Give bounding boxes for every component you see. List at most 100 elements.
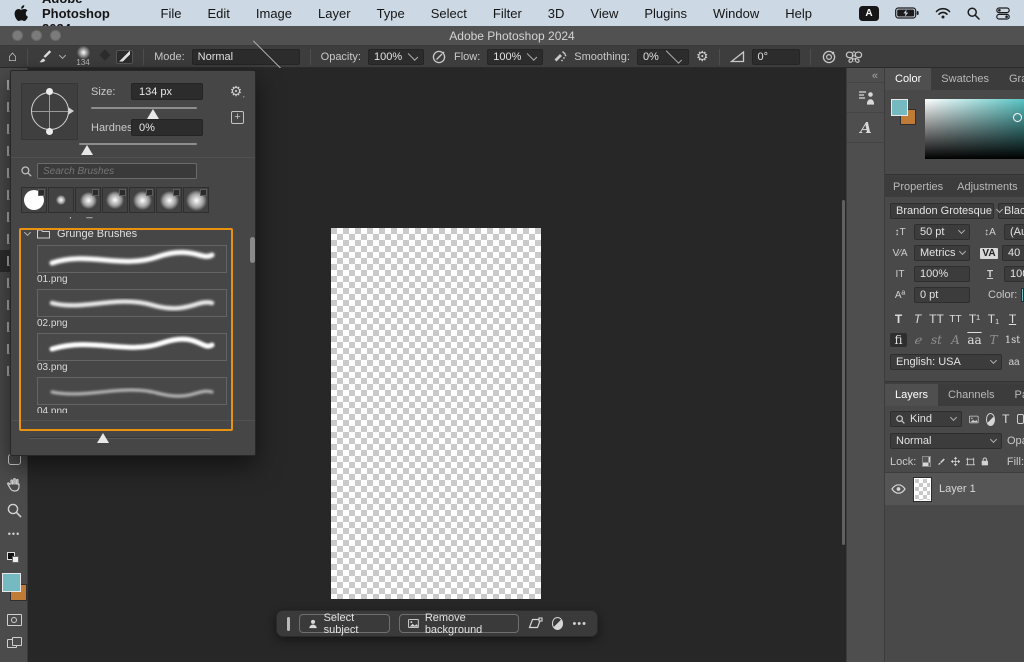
contextual-alternates-button[interactable]: ℯ [909, 333, 926, 347]
swash-button[interactable]: A [947, 333, 964, 347]
smoothing-select[interactable]: 0% [637, 49, 689, 65]
layer-blend-mode-select[interactable]: Normal [890, 433, 1002, 449]
airbrush-icon[interactable] [550, 50, 567, 64]
document-scrollbar[interactable] [842, 200, 845, 545]
brush-tile-sampled[interactable] [21, 187, 47, 213]
kerning-select[interactable]: Metrics [914, 245, 970, 261]
brush-folder-row-clipped[interactable]: Liquid_Brushes [21, 217, 233, 225]
faux-italic-button[interactable]: T [909, 312, 926, 326]
brush-preset-picker[interactable]: 134 [72, 46, 94, 67]
roundness-handle-bottom[interactable] [46, 128, 53, 135]
lock-transparency-icon[interactable] [922, 456, 930, 467]
brush-size-input[interactable]: 134 px [131, 83, 203, 100]
filter-adjustment-layers-icon[interactable] [986, 413, 996, 426]
tab-paths[interactable]: Paths [1005, 384, 1024, 406]
tool-preset-chevron-icon[interactable] [59, 51, 66, 58]
taskbar-more-icon[interactable]: ••• [572, 618, 587, 630]
panel-fg-bg-swatches[interactable] [891, 97, 919, 166]
lock-position-icon[interactable] [951, 455, 960, 468]
document-canvas-transparent[interactable] [331, 228, 541, 599]
discretionary-ligatures-button[interactable]: st [928, 333, 945, 347]
brush-tile-soft[interactable] [156, 187, 182, 213]
all-caps-button[interactable]: TT [928, 312, 945, 326]
control-center-icon[interactable] [996, 7, 1010, 20]
menu-file[interactable]: File [148, 6, 195, 21]
brush-tile-soft-small[interactable] [48, 187, 74, 213]
input-source-icon[interactable]: A [859, 6, 879, 21]
color-picker-cursor[interactable] [1013, 113, 1022, 122]
menu-view[interactable]: View [577, 6, 631, 21]
brush-item-02[interactable]: 02.png [37, 289, 227, 331]
roundness-handle-top[interactable] [46, 88, 53, 95]
lock-all-icon[interactable] [981, 455, 989, 468]
brush-tile-soft[interactable] [129, 187, 155, 213]
brush-item-01[interactable]: 01.png [37, 245, 227, 287]
chevron-down-icon[interactable] [24, 229, 31, 236]
brush-tool-preset-icon[interactable] [38, 49, 53, 64]
underline-button[interactable]: T [1004, 312, 1021, 326]
tab-color[interactable]: Color [885, 68, 931, 90]
pressure-size-icon[interactable] [821, 50, 837, 64]
stylistic-alternates-button[interactable]: aa [966, 333, 983, 347]
brush-popup-gear-icon[interactable]: ⚙˯ [230, 83, 245, 100]
size-slider-track[interactable] [91, 107, 197, 109]
adjustments-icon[interactable] [552, 617, 563, 630]
lock-paint-icon[interactable] [937, 456, 945, 468]
taskbar-drag-handle[interactable] [287, 617, 290, 631]
tab-channels[interactable]: Channels [938, 384, 1004, 406]
new-brush-icon[interactable]: + [231, 111, 244, 124]
opacity-pressure-icon[interactable] [431, 50, 447, 64]
menu-type[interactable]: Type [364, 6, 418, 21]
menu-layer[interactable]: Layer [305, 6, 364, 21]
smoothing-gear-icon[interactable]: ⚙ [696, 48, 709, 65]
toggle-brush-settings-icon[interactable] [116, 50, 133, 64]
home-icon[interactable]: ⌂ [8, 48, 17, 65]
horizontal-scale-input[interactable]: 100% [1004, 266, 1024, 282]
subscript-button[interactable]: T₁ [985, 312, 1002, 326]
angle-arrow-icon[interactable] [68, 107, 74, 115]
tab-adjustments[interactable]: Adjustments [951, 177, 1024, 197]
brush-picker-chevron-icon[interactable] [99, 49, 110, 60]
menu-window[interactable]: Window [700, 6, 772, 21]
menu-edit[interactable]: Edit [194, 6, 242, 21]
faux-bold-button[interactable]: T [890, 312, 907, 326]
brush-tile-soft[interactable] [102, 187, 128, 213]
battery-icon[interactable] [895, 7, 919, 19]
foreground-color-swatch[interactable] [2, 573, 21, 592]
filter-shape-layers-icon[interactable] [1017, 414, 1024, 424]
menu-plugins[interactable]: Plugins [631, 6, 700, 21]
filter-type-layers-icon[interactable]: T [1002, 412, 1009, 426]
tab-gradients[interactable]: Gradients [999, 68, 1024, 90]
preview-size-slider-thumb[interactable] [97, 433, 109, 443]
hardness-slider-track[interactable] [79, 143, 197, 145]
brush-folder-grunge[interactable]: Grunge Brushes [21, 225, 233, 243]
layer-visibility-eye-icon[interactable] [891, 484, 906, 494]
brush-item-04[interactable]: 04.png [37, 377, 227, 413]
collapse-panels-icon[interactable]: « [847, 68, 884, 82]
lock-artboard-icon[interactable] [966, 456, 975, 468]
brush-item-03[interactable]: 03.png [37, 333, 227, 375]
foreground-background-swatches[interactable] [1, 573, 27, 603]
tab-layers[interactable]: Layers [885, 384, 938, 406]
select-subject-button[interactable]: Select subject [299, 614, 390, 633]
character-styles-panel-icon[interactable] [847, 82, 885, 112]
vertical-scale-input[interactable]: 100% [914, 266, 970, 282]
layer-filter-select[interactable]: Kind [890, 411, 962, 427]
tab-properties[interactable]: Properties [885, 177, 951, 197]
hand-tool-icon[interactable] [7, 476, 22, 492]
paint-symmetry-icon[interactable] [844, 49, 864, 64]
menu-3d[interactable]: 3D [535, 6, 578, 21]
quick-mask-icon[interactable] [7, 614, 22, 626]
brush-tile-soft[interactable] [75, 187, 101, 213]
blend-mode-select[interactable]: Normal [192, 49, 300, 65]
language-select[interactable]: English: USA [890, 354, 1002, 370]
panel-foreground-swatch[interactable] [891, 99, 908, 116]
screen-mode-icon[interactable] [7, 637, 22, 649]
preview-size-slider-track[interactable] [29, 437, 211, 439]
brush-list-scrollbar[interactable] [250, 237, 255, 263]
menu-filter[interactable]: Filter [480, 6, 535, 21]
font-size-select[interactable]: 50 pt [914, 224, 970, 240]
glyphs-panel-icon[interactable]: A [847, 112, 885, 142]
apple-menu-icon[interactable] [14, 5, 28, 21]
ligatures-button[interactable]: fi [890, 333, 907, 347]
